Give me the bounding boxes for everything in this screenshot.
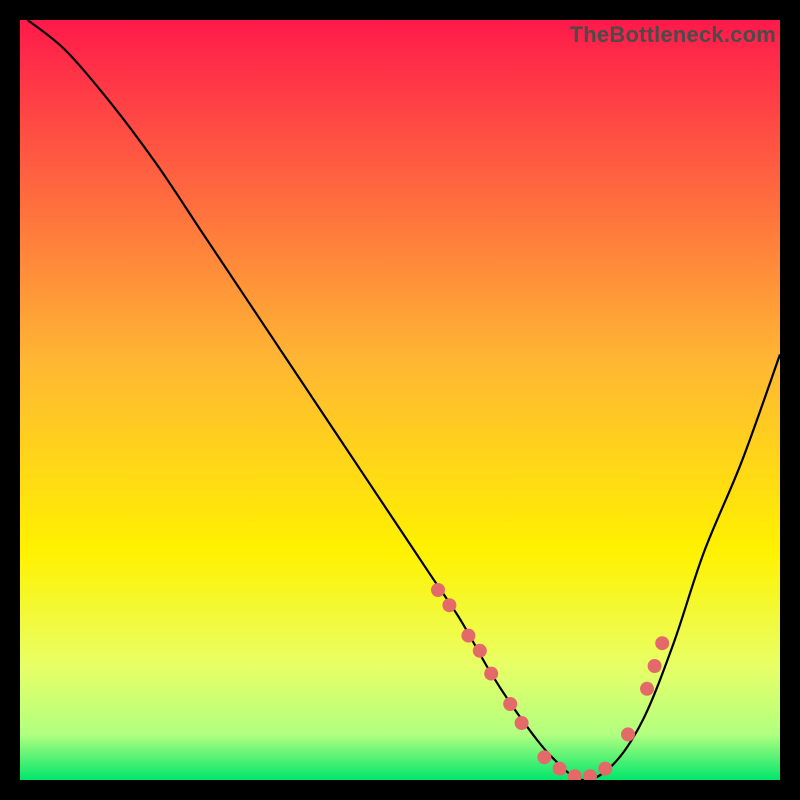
gpu-marker — [431, 583, 445, 597]
gpu-marker — [655, 636, 669, 650]
gpu-marker — [598, 762, 612, 776]
gpu-marker — [484, 667, 498, 681]
gpu-marker — [640, 682, 654, 696]
gpu-marker — [461, 629, 475, 643]
gpu-marker — [537, 750, 551, 764]
gpu-marker — [621, 727, 635, 741]
gpu-marker — [473, 644, 487, 658]
gpu-marker — [515, 716, 529, 730]
gpu-marker — [648, 659, 662, 673]
gpu-marker — [503, 697, 517, 711]
chart-frame: TheBottleneck.com — [20, 20, 780, 780]
bottleneck-chart — [20, 20, 780, 780]
gpu-marker — [442, 598, 456, 612]
gpu-marker — [553, 762, 567, 776]
watermark-label: TheBottleneck.com — [570, 22, 776, 48]
